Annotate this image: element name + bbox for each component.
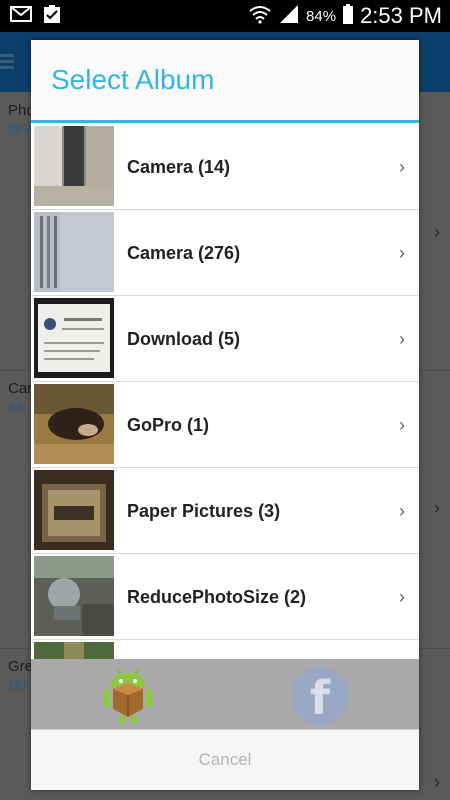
battery-icon bbox=[342, 3, 354, 29]
status-bar: 84% 2:53 PM bbox=[0, 0, 450, 32]
chevron-right-icon: › bbox=[399, 329, 405, 349]
album-thumbnail bbox=[34, 642, 114, 659]
chevron-right-icon: › bbox=[399, 243, 405, 263]
signal-icon bbox=[278, 4, 300, 29]
background-row-subtitle: 8 ki bbox=[8, 400, 27, 414]
chevron-right-icon: › bbox=[434, 772, 440, 792]
dialog-title: Select Album bbox=[51, 64, 215, 95]
clock: 2:53 PM bbox=[360, 3, 442, 28]
background-row-title: Gre bbox=[8, 658, 34, 675]
album-label: Download (5) bbox=[127, 329, 240, 349]
chevron-right-icon: › bbox=[399, 587, 405, 607]
title-divider bbox=[31, 120, 419, 123]
album-item-download[interactable]: Download (5) › bbox=[31, 296, 419, 382]
album-thumbnail bbox=[34, 126, 114, 206]
album-label: Paper Pictures (3) bbox=[127, 501, 281, 521]
album-item-reducephotosize[interactable]: ReducePhotoSize (2) › bbox=[31, 554, 419, 640]
album-item-gopro[interactable]: GoPro (1) › bbox=[31, 382, 419, 468]
album-label: GoPro (1) bbox=[127, 415, 210, 435]
share-bar: f bbox=[31, 659, 419, 729]
chevron-right-icon: › bbox=[399, 415, 405, 435]
android-icon[interactable] bbox=[101, 665, 155, 725]
album-item-camera-14[interactable]: Camera (14) › bbox=[31, 124, 419, 210]
background-row-subtitle: 187 bbox=[8, 678, 29, 692]
cancel-bar: Cancel bbox=[31, 729, 419, 790]
album-label: ReducePhotoSize (2) bbox=[127, 587, 307, 607]
album-item-paper-pictures[interactable]: Paper Pictures (3) › bbox=[31, 468, 419, 554]
album-thumbnail bbox=[34, 556, 114, 636]
album-item-partial[interactable] bbox=[31, 640, 419, 659]
background-row-title: Car bbox=[8, 380, 33, 397]
background-row-subtitle: 29 k bbox=[8, 122, 31, 136]
album-label: Camera (276) bbox=[127, 243, 241, 263]
album-item-camera-276[interactable]: Camera (276) › bbox=[31, 210, 419, 296]
album-list[interactable]: Camera (14) › Camera (276) › Download (5… bbox=[31, 124, 419, 659]
wifi-icon bbox=[248, 4, 272, 29]
select-album-dialog: Select Album Camera (14) › Camera (276) … bbox=[31, 40, 419, 790]
album-thumbnail bbox=[34, 212, 114, 292]
battery-percent: 84% bbox=[306, 7, 337, 25]
album-thumbnail bbox=[34, 298, 114, 378]
album-thumbnail bbox=[34, 470, 114, 550]
album-thumbnail bbox=[34, 384, 114, 464]
clipboard-icon bbox=[42, 4, 62, 29]
chevron-right-icon: › bbox=[399, 157, 405, 177]
menu-icon bbox=[0, 52, 14, 75]
chevron-right-icon: › bbox=[434, 498, 440, 518]
cancel-button[interactable]: Cancel bbox=[31, 730, 419, 790]
album-label: Camera (14) bbox=[127, 157, 231, 177]
chevron-right-icon: › bbox=[434, 222, 440, 242]
dialog-header: Select Album bbox=[31, 40, 419, 120]
gmail-icon bbox=[10, 5, 32, 27]
chevron-right-icon: › bbox=[399, 501, 405, 521]
facebook-icon[interactable]: f bbox=[291, 667, 349, 725]
